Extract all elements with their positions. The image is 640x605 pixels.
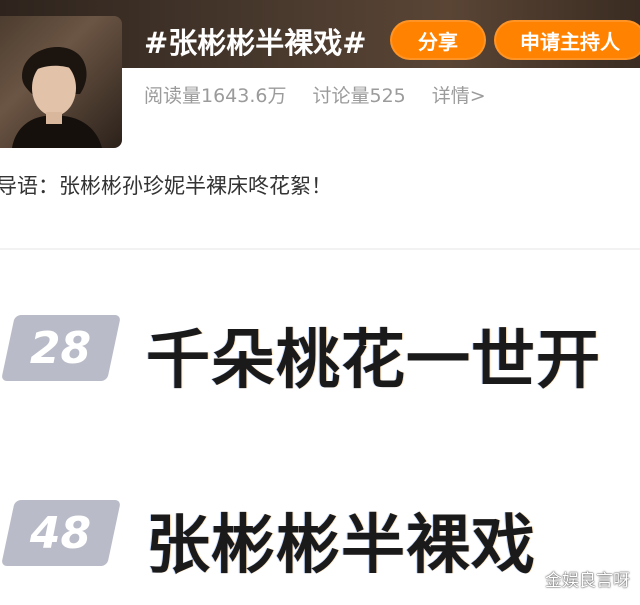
rank-number: 28	[30, 322, 92, 374]
person-portrait-icon	[12, 47, 102, 148]
ranking-topic-link[interactable]: 张彬彬半裸戏	[146, 494, 536, 586]
ranking-topic-link[interactable]: 千朵桃花一世开	[146, 309, 601, 401]
rank-badge: 48	[0, 500, 122, 566]
apply-host-button[interactable]: 申请主持人	[494, 20, 640, 60]
topic-title: #张彬彬半裸戏#	[144, 26, 367, 60]
share-button[interactable]: 分享	[390, 20, 486, 60]
rank-number: 48	[30, 507, 92, 559]
read-count: 阅读量1643.6万	[144, 84, 287, 107]
topic-stats: 阅读量1643.6万 讨论量525 详情>	[144, 80, 486, 108]
details-link[interactable]: 详情>	[432, 81, 486, 108]
ranking-item[interactable]: 28 千朵桃花一世开	[0, 305, 640, 398]
divider	[0, 248, 640, 250]
topic-intro: 导语：张彬彬孙珍妮半裸床咚花絮！	[0, 174, 332, 198]
discussion-count: 讨论量525	[312, 84, 406, 107]
ranking-item[interactable]: 48 张彬彬半裸戏	[0, 490, 640, 583]
topic-avatar[interactable]	[0, 16, 122, 148]
watermark: 金娱良言呀	[545, 571, 630, 591]
rank-badge: 28	[0, 315, 122, 381]
